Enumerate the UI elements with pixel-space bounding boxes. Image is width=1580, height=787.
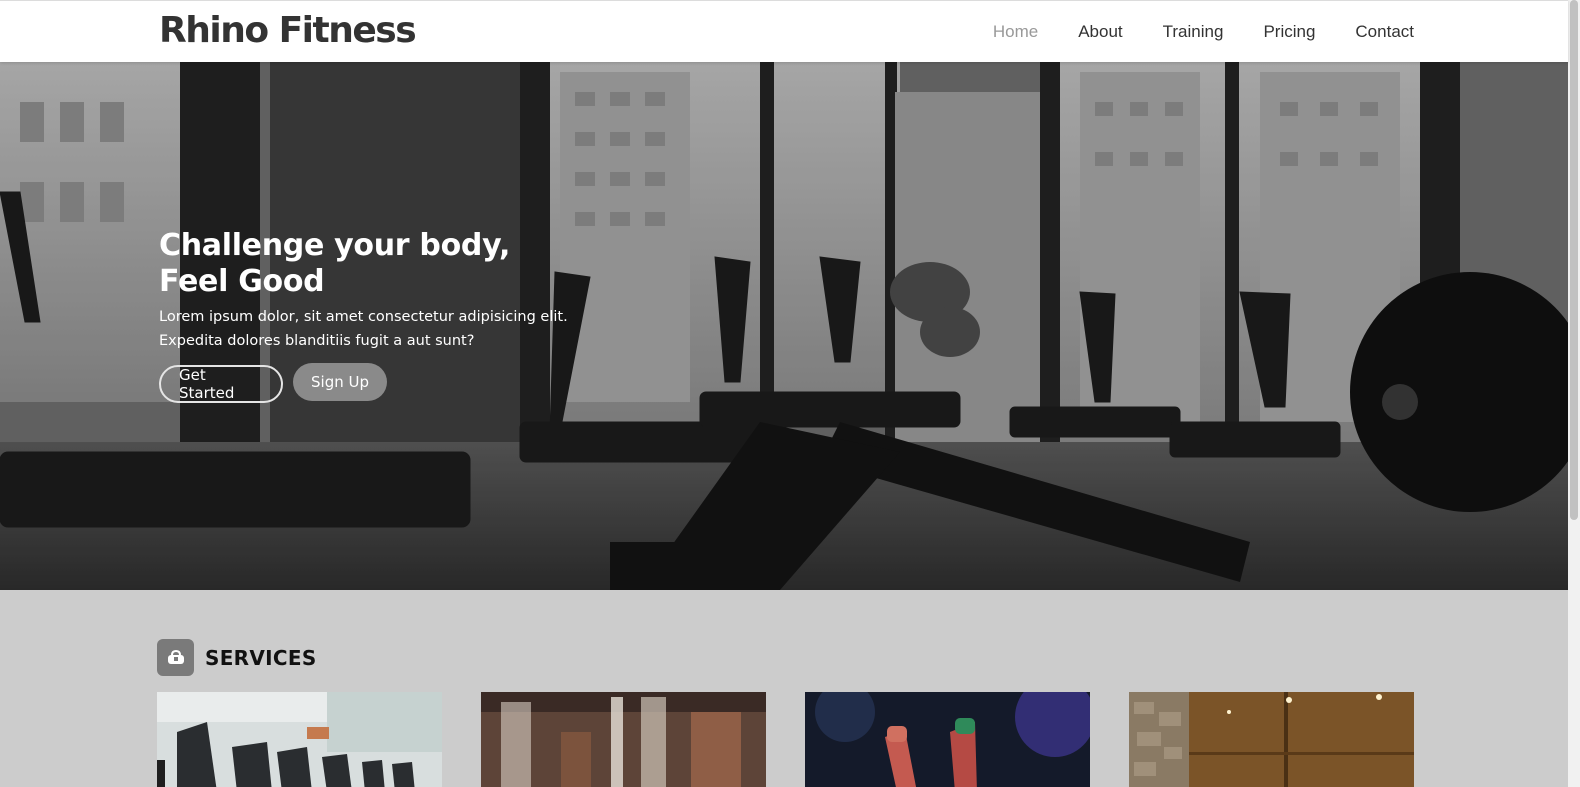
scrollbar-thumb[interactable]: [1570, 0, 1578, 520]
raised-fists-concert-image: [805, 692, 1090, 787]
nav-contact[interactable]: Contact: [1355, 22, 1414, 42]
sauna-room-image: [1129, 692, 1414, 787]
nav-about[interactable]: About: [1078, 22, 1122, 42]
hero-subtitle-line-1: Lorem ipsum dolor, sit amet consectetur …: [159, 309, 568, 325]
nav-home[interactable]: Home: [993, 22, 1038, 42]
main-nav: Home About Training Pricing Contact: [993, 1, 1414, 63]
hero-section: Challenge your body, Feel Good Lorem ips…: [0, 62, 1568, 590]
hero-subtitle-line-2: Expedita dolores blanditiis fugit a aut …: [159, 333, 475, 349]
service-card-sauna[interactable]: [1129, 692, 1414, 787]
brand-logo[interactable]: Rhino Fitness: [159, 10, 417, 51]
hero-title: Challenge your body, Feel Good: [159, 228, 679, 300]
hero-title-line-1: Challenge your body,: [159, 228, 511, 263]
nav-training[interactable]: Training: [1163, 22, 1224, 42]
blurred-gym-interior-image: [481, 692, 766, 787]
get-started-button[interactable]: Get Started: [159, 365, 283, 403]
services-title: SERVICES: [205, 645, 317, 670]
hero-subtitle: Lorem ipsum dolor, sit amet consectetur …: [159, 305, 679, 353]
dumbbell-bag-icon: [157, 639, 194, 676]
service-card-treadmills[interactable]: [157, 692, 442, 787]
sign-up-button[interactable]: Sign Up: [293, 363, 387, 401]
page-scrollbar[interactable]: [1568, 0, 1580, 787]
service-card-fists[interactable]: [805, 692, 1090, 787]
site-header: Rhino Fitness Home About Training Pricin…: [0, 0, 1568, 62]
hero-title-line-2: Feel Good: [159, 264, 325, 299]
service-card-gym-interior[interactable]: [481, 692, 766, 787]
gym-treadmills-image: [157, 692, 442, 787]
nav-pricing[interactable]: Pricing: [1263, 22, 1315, 42]
hero-buttons: Get Started Sign Up: [159, 363, 679, 403]
services-section: SERVICES: [0, 590, 1568, 787]
services-heading: SERVICES: [157, 639, 317, 676]
hero-content: Challenge your body, Feel Good Lorem ips…: [159, 228, 679, 403]
